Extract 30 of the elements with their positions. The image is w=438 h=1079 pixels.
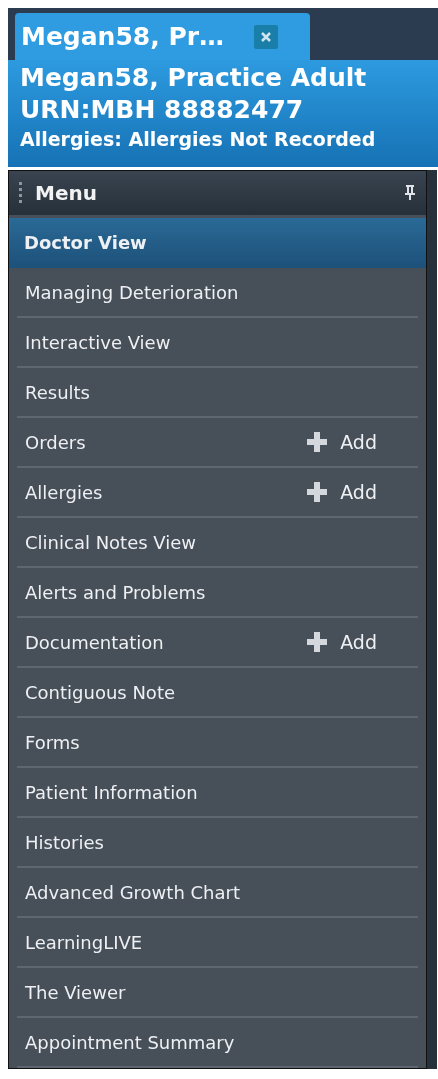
plus-icon xyxy=(306,431,329,453)
add-button[interactable]: Add xyxy=(306,431,412,453)
menu-item[interactable]: Histories xyxy=(17,818,418,868)
menu-item[interactable]: Interactive View xyxy=(17,318,418,368)
menu-item[interactable]: Doctor View xyxy=(9,218,426,268)
menu-item[interactable]: Appointment Summary xyxy=(17,1018,418,1068)
menu-item[interactable]: Patient Information xyxy=(17,768,418,818)
plus-icon xyxy=(306,631,329,653)
patient-urn: URN:MBH 88882477 xyxy=(20,94,305,126)
menu-item[interactable]: Documentation Add xyxy=(17,618,418,668)
menu-item[interactable]: Advanced Growth Chart xyxy=(17,868,418,918)
patient-name: Megan58, Practice Adult xyxy=(20,62,368,94)
menu-item[interactable]: Allergies Add xyxy=(17,468,418,518)
menu-item[interactable]: Results xyxy=(17,368,418,418)
add-button[interactable]: Add xyxy=(306,481,412,503)
menu-item[interactable]: Alerts and Problems xyxy=(17,568,418,618)
menu-item[interactable]: LearningLIVE xyxy=(17,918,418,968)
menu-item[interactable]: Clinical Notes View xyxy=(17,518,418,568)
menu-title: Menu xyxy=(35,181,98,205)
plus-icon xyxy=(306,481,329,503)
grip-icon[interactable] xyxy=(19,182,23,204)
pin-icon[interactable] xyxy=(404,185,416,201)
menu-item[interactable]: The Viewer xyxy=(17,968,418,1018)
menu-item[interactable]: Forms xyxy=(17,718,418,768)
menu-item[interactable]: Managing Deterioration xyxy=(17,268,418,318)
close-icon[interactable] xyxy=(254,24,279,49)
allergies-text: Allergies: Allergies Not Recorded xyxy=(20,127,377,152)
menu-item[interactable]: Orders Add xyxy=(17,418,418,468)
add-button[interactable]: Add xyxy=(306,631,412,653)
menu-item[interactable]: Contiguous Note xyxy=(17,668,418,718)
